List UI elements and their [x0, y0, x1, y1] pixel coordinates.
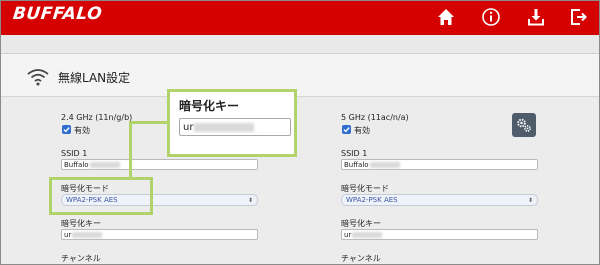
enable-24ghz-label: 有効 [74, 126, 90, 135]
chevron-updown-icon: ⬍ [527, 197, 533, 204]
encryption-key-callout: 暗号化キー ur [167, 89, 297, 157]
buffalo-logo: BUFFALO [11, 4, 104, 24]
band-24ghz-label: 2.4 GHz (11n/g/b) [61, 113, 133, 122]
router-admin-window: BUFFALO 無線LAN設定 2.4 GHz (11n/g/b) 有効 SSI… [0, 0, 600, 265]
download-icon[interactable] [525, 6, 547, 28]
encryption-key-5ghz-input[interactable]: ur [341, 229, 538, 240]
ssid-24ghz-label: SSID 1 [61, 149, 88, 158]
ssid-24ghz-input[interactable]: Buffalo [61, 159, 258, 170]
callout-key-input: ur [179, 118, 291, 136]
encryption-mode-5ghz-label: 暗号化モード [341, 184, 389, 193]
home-icon[interactable] [435, 6, 457, 28]
page-title: 無線LAN設定 [58, 71, 131, 85]
chevron-updown-icon: ⬍ [247, 197, 253, 204]
section-header: 無線LAN設定 [1, 54, 599, 97]
logout-icon[interactable] [568, 6, 590, 28]
enable-5ghz-label: 有効 [354, 126, 370, 135]
encryption-key-24ghz-input[interactable]: ur [61, 229, 258, 240]
ssid-5ghz-label: SSID 1 [341, 149, 368, 158]
encryption-key-24ghz-label: 暗号化キー [61, 219, 101, 228]
enable-24ghz-checkbox[interactable] [62, 125, 71, 134]
wifi-icon [27, 68, 49, 86]
toolbar-band [1, 35, 599, 54]
band-5ghz-column: 5 GHz (11ac/n/a) 有効 SSID 1 Buffalo 暗号化モー… [341, 97, 561, 264]
channel-5ghz-label: チャンネル [341, 254, 381, 263]
advanced-settings-button[interactable] [512, 113, 536, 137]
encryption-mode-highlight [49, 177, 153, 215]
callout-connector-horizontal [129, 121, 171, 124]
ssid-5ghz-input[interactable]: Buffalo [341, 159, 538, 170]
encryption-mode-5ghz-select[interactable]: WPA2-PSK AES ⬍ [341, 194, 538, 206]
enable-5ghz-checkbox[interactable] [342, 125, 351, 134]
callout-connector-vertical [129, 121, 132, 179]
band-5ghz-label: 5 GHz (11ac/n/a) [341, 113, 409, 122]
info-icon[interactable] [480, 6, 502, 28]
top-bar: BUFFALO [1, 1, 599, 35]
channel-24ghz-label: チャンネル [61, 254, 101, 263]
encryption-key-5ghz-label: 暗号化キー [341, 219, 381, 228]
gears-icon [517, 118, 531, 132]
callout-title: 暗号化キー [179, 99, 240, 113]
